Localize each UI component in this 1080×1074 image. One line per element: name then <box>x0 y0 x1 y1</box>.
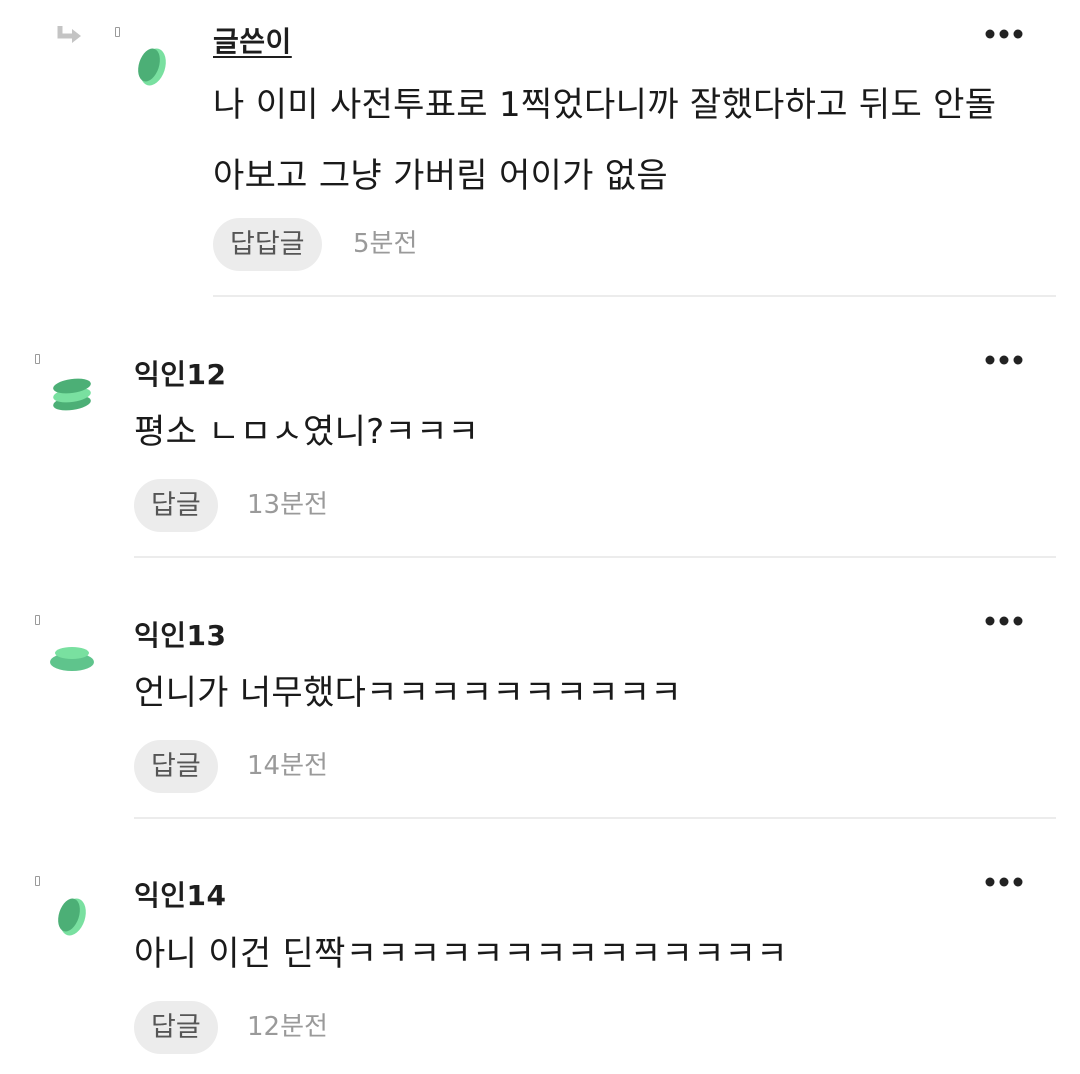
comment-body-line: 언니가 너무했다ㅋㅋㅋㅋㅋㅋㅋㅋㅋㅋ <box>134 673 682 713</box>
leaf-avatar-icon[interactable] <box>134 44 172 90</box>
reply-arrow-icon <box>57 26 81 43</box>
marker-icon <box>35 615 40 625</box>
marker-icon <box>35 354 40 364</box>
comment-time: 14분전 <box>247 751 328 781</box>
comment-nickname[interactable]: 익인14 <box>134 874 227 914</box>
comment-time: 5분전 <box>353 229 418 259</box>
leaf-avatar-icon[interactable] <box>54 894 92 940</box>
comment-body-line: 아보고 그냥 가버림 어이가 없음 <box>213 156 668 196</box>
divider <box>134 817 1056 819</box>
comment-time: 12분전 <box>247 1012 328 1042</box>
more-options-icon[interactable] <box>982 350 1026 370</box>
comment-nickname[interactable]: 익인12 <box>134 353 227 393</box>
comment-time: 13분전 <box>247 490 328 520</box>
divider <box>134 556 1056 558</box>
flat-disc-avatar-icon[interactable] <box>49 643 95 673</box>
reply-button[interactable]: 답글 <box>134 479 218 532</box>
comment-body-line: 아니 이건 딘짝ㅋㅋㅋㅋㅋㅋㅋㅋㅋㅋㅋㅋㅋㅋ <box>134 934 788 974</box>
reply-button[interactable]: 답글 <box>134 1001 218 1054</box>
comment-body-line: 나 이미 사전투표로 1찍었다니까 잘했다하고 뒤도 안돌 <box>213 85 997 125</box>
comment-nickname[interactable]: 글쓴이 <box>213 20 292 60</box>
comment-body-line: 평소 ㄴㅁㅅ였니?ㅋㅋㅋ <box>134 412 480 452</box>
marker-icon <box>115 27 120 37</box>
stacked-discs-avatar-icon[interactable] <box>51 376 93 414</box>
comment-nickname[interactable]: 익인13 <box>134 614 227 654</box>
more-options-icon[interactable] <box>982 611 1026 631</box>
more-options-icon[interactable] <box>982 872 1026 892</box>
marker-icon <box>35 876 40 886</box>
reply-button[interactable]: 답답글 <box>213 218 322 271</box>
reply-button[interactable]: 답글 <box>134 740 218 793</box>
divider <box>213 295 1056 297</box>
more-options-icon[interactable] <box>982 24 1026 44</box>
